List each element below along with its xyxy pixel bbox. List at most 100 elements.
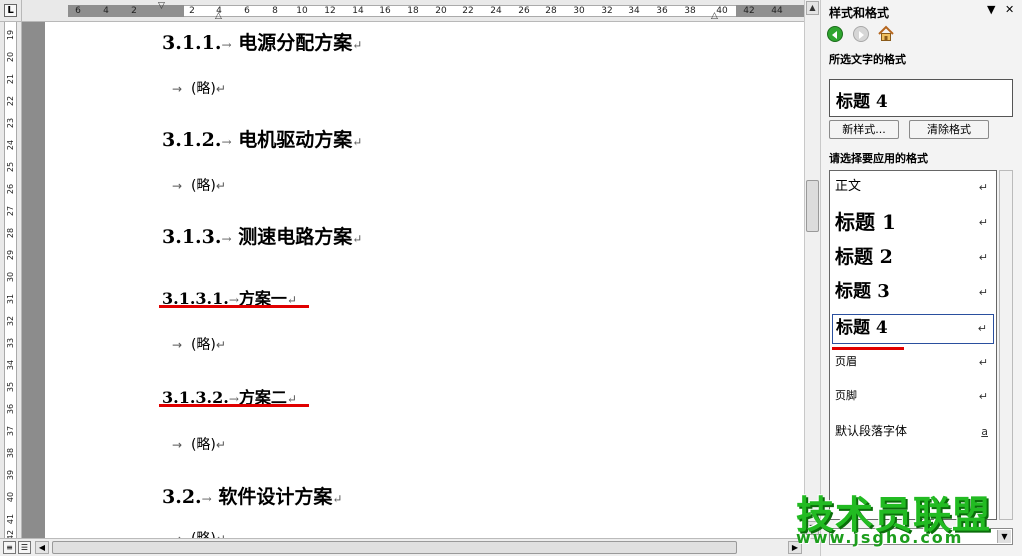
tab-selector[interactable]: L (0, 0, 22, 22)
heading-number: 3.2. (162, 486, 202, 508)
right-indent-marker-icon[interactable]: △ (711, 12, 718, 21)
ruler-tick: 23 (6, 117, 15, 129)
tab-mark: → (172, 179, 183, 193)
ruler-tick: 14 (352, 6, 364, 16)
ruler-tick: 21 (6, 73, 15, 85)
first-indent-marker-icon[interactable]: ▽ (158, 2, 165, 11)
normal-view-icon[interactable]: ≡ (3, 541, 16, 554)
tab-mark: → (221, 38, 232, 52)
heading-paragraph[interactable]: 3.1.2.→ 电机驱动方案↵ (162, 125, 362, 152)
body-text: (略) (190, 337, 216, 353)
ruler-tick: 20 (435, 6, 447, 16)
vertical-ruler[interactable]: 19 20 21 22 23 24 25 26 27 28 29 30 31 3… (0, 22, 22, 540)
apply-format-label: 请选择要应用的格式 (829, 152, 928, 165)
heading-paragraph[interactable]: 3.1.1.→ 电源分配方案↵ (162, 28, 362, 55)
tab-mark: → (221, 232, 232, 246)
heading-text: 软件设计方案 (218, 486, 333, 508)
back-icon[interactable] (827, 26, 843, 42)
chevron-down-icon[interactable]: ▼ (997, 530, 1011, 543)
ruler-tick: 31 (6, 293, 15, 305)
style-item-heading-4[interactable]: 标题 4 ↵ (832, 314, 994, 344)
outline-view-icon[interactable]: ☰ (18, 541, 31, 554)
heading-paragraph[interactable]: 3.2.→ 软件设计方案↵ (162, 482, 342, 509)
ruler-tick: 38 (684, 6, 696, 16)
ruler-tick: 6 (244, 6, 250, 16)
ruler-tick: 38 (6, 447, 15, 459)
body-paragraph[interactable]: → (略)↵ (172, 175, 226, 195)
style-item-heading-1[interactable]: 标题 1 ↵ (832, 207, 994, 239)
ruler-tick: 28 (6, 227, 15, 239)
ruler-tick: 32 (601, 6, 613, 16)
ruler-tick: 8 (272, 6, 278, 16)
style-item-header[interactable]: 页眉 ↵ (832, 352, 994, 374)
style-item-heading-3[interactable]: 标题 3 ↵ (832, 277, 994, 309)
ruler-tick: 29 (6, 249, 15, 261)
vertical-scroll-thumb[interactable] (806, 180, 819, 232)
body-text: (略) (190, 81, 216, 97)
style-item-default-paragraph-font[interactable]: 默认段落字体 a (832, 421, 994, 443)
tab-mark: → (172, 82, 183, 96)
heading-paragraph[interactable]: 3.1.3.→ 测速电路方案↵ (162, 222, 362, 249)
ruler-tick: 35 (6, 381, 15, 393)
ruler-tick: 19 (6, 29, 15, 41)
site-watermark: 技术员联盟 www.jsgho.com (790, 484, 990, 556)
forward-icon[interactable] (853, 26, 869, 42)
ruler-tick: 25 (6, 161, 15, 173)
watermark-url: www.jsgho.com (796, 528, 964, 547)
paragraph-mark: ↵ (215, 179, 226, 193)
red-underline-annotation (832, 347, 904, 350)
selected-text-format-label: 所选文字的格式 (829, 53, 906, 66)
close-icon[interactable]: ✕ (1005, 3, 1014, 16)
pane-menu-dropdown-icon[interactable]: ▼ (987, 3, 995, 16)
heading-text: 电机驱动方案 (238, 129, 353, 151)
style-item-normal[interactable]: 正文 ↵ (832, 177, 994, 201)
paragraph-mark: ↵ (215, 338, 226, 352)
horizontal-ruler[interactable]: 6 4 2 2 4 6 8 10 12 14 16 18 20 22 24 26… (22, 0, 804, 22)
style-item-footer[interactable]: 页脚 ↵ (832, 386, 994, 408)
body-paragraph[interactable]: → (略)↵ (172, 78, 226, 98)
home-icon[interactable] (877, 25, 895, 43)
ruler-tick: 16 (379, 6, 391, 16)
ruler-tick: 6 (75, 6, 81, 16)
ruler-tick: 24 (490, 6, 502, 16)
vertical-scrollbar[interactable]: ▲ ▼ (804, 0, 820, 538)
ruler-tick: 27 (6, 205, 15, 217)
style-list[interactable]: 正文 ↵ 标题 1 ↵ 标题 2 ↵ 标题 3 ↵ 标题 4 ↵ 页眉 ↵ 页脚 ↵ 默认段落… (829, 170, 997, 520)
left-indent-marker-icon[interactable]: △ (215, 12, 222, 21)
heading-number: 3.1.1. (162, 32, 222, 54)
ruler-tick: 34 (6, 359, 15, 371)
tab-mark: → (201, 492, 212, 506)
paragraph-mark: ↵ (352, 135, 363, 149)
body-text: (略) (190, 437, 216, 453)
ruler-tick: 36 (656, 6, 668, 16)
horizontal-scrollbar[interactable]: ≡ ☰ ◀ ▶ (0, 538, 820, 556)
clear-format-button[interactable]: 清除格式 (909, 120, 989, 139)
scroll-left-icon[interactable]: ◀ (35, 541, 49, 554)
ruler-tick: 2 (189, 6, 195, 16)
ruler-tick: 28 (545, 6, 557, 16)
style-list-scrollbar[interactable] (999, 170, 1013, 520)
horizontal-scroll-thumb[interactable] (52, 541, 737, 554)
ruler-tick: 18 (407, 6, 419, 16)
forward-arrow-icon (859, 31, 864, 39)
heading-number: 3.1.3. (162, 226, 222, 248)
ruler-tick: 37 (6, 425, 15, 437)
tab-mark: → (172, 338, 183, 352)
tab-mark: → (221, 135, 232, 149)
style-item-heading-2[interactable]: 标题 2 ↵ (832, 242, 994, 274)
ruler-tick: 33 (6, 337, 15, 349)
ruler-tick: 26 (518, 6, 530, 16)
body-paragraph[interactable]: → (略)↵ (172, 434, 226, 454)
styles-formatting-pane: 样式和格式 ▼ ✕ 所选文字的格式 标题 4 新样式... 清除格式 请选择要应… (820, 0, 1022, 556)
selected-format-box: 标题 4 (829, 79, 1013, 117)
new-style-button[interactable]: 新样式... (829, 120, 899, 139)
pane-title: 样式和格式 (829, 6, 890, 20)
paragraph-mark: ↵ (352, 232, 363, 246)
body-paragraph[interactable]: → (略)↵ (172, 334, 226, 354)
heading-number: 3.1.2. (162, 129, 222, 151)
scroll-up-icon[interactable]: ▲ (806, 1, 819, 15)
document-page[interactable]: 3.1.1.→ 电源分配方案↵ → (略)↵ 3.1.2.→ 电机驱动方案↵ →… (45, 22, 804, 547)
ruler-tick: 20 (6, 51, 15, 63)
tab-mark: → (172, 438, 183, 452)
ruler-tick: 36 (6, 403, 15, 415)
